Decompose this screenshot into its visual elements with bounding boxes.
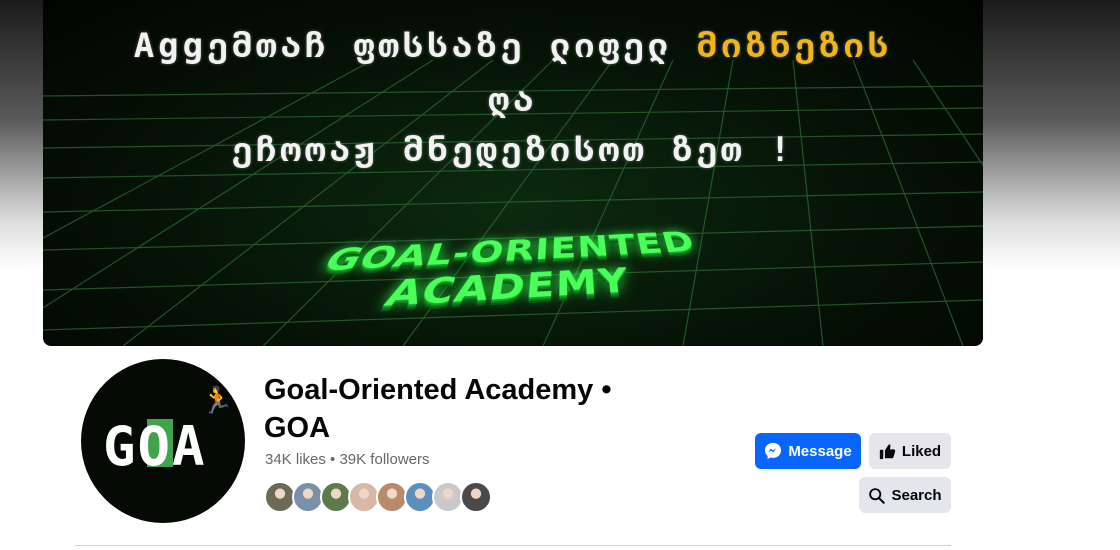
cover-headline-line-2: ღა	[488, 80, 538, 120]
avatar-logo-text: GOA	[103, 415, 207, 478]
message-button[interactable]: Message	[755, 433, 861, 469]
message-button-label: Message	[788, 442, 852, 460]
page-stats[interactable]: 34K likes • 39K followers	[265, 451, 430, 468]
profile-avatar[interactable]: GOA 🏃	[79, 357, 247, 525]
cover-headline-yellow-text: მიზნეზის	[696, 26, 893, 66]
cover-headline-white-text: Aggემთაჩ ფთსსაზე ლიფელ	[133, 26, 673, 66]
search-button-label: Search	[891, 486, 942, 504]
friend-avatar[interactable]	[460, 481, 492, 513]
messenger-icon	[765, 442, 782, 460]
page-title: Goal-Oriented Academy • GOA	[264, 374, 612, 444]
liked-button-label: Liked	[901, 442, 942, 460]
section-divider	[75, 545, 951, 546]
cover-headline-line-3: ეჩოოაჟ მნედეზისოთ ზეთ !	[231, 130, 795, 170]
search-icon	[869, 487, 886, 504]
cover-headline-line-1: Aggემთაჩ ფთსსაზე ლიფელ მიზნეზის	[43, 26, 983, 66]
avatar-runner-icon: 🏃	[201, 385, 234, 415]
liked-button[interactable]: Liked	[869, 433, 951, 469]
cover-photo[interactable]: Aggემთაჩ ფთსსაზე ლიფელ მიზნეზის ღა ეჩოოა…	[43, 0, 983, 346]
search-button[interactable]: Search	[859, 477, 951, 513]
thumbs-up-icon	[879, 443, 896, 459]
